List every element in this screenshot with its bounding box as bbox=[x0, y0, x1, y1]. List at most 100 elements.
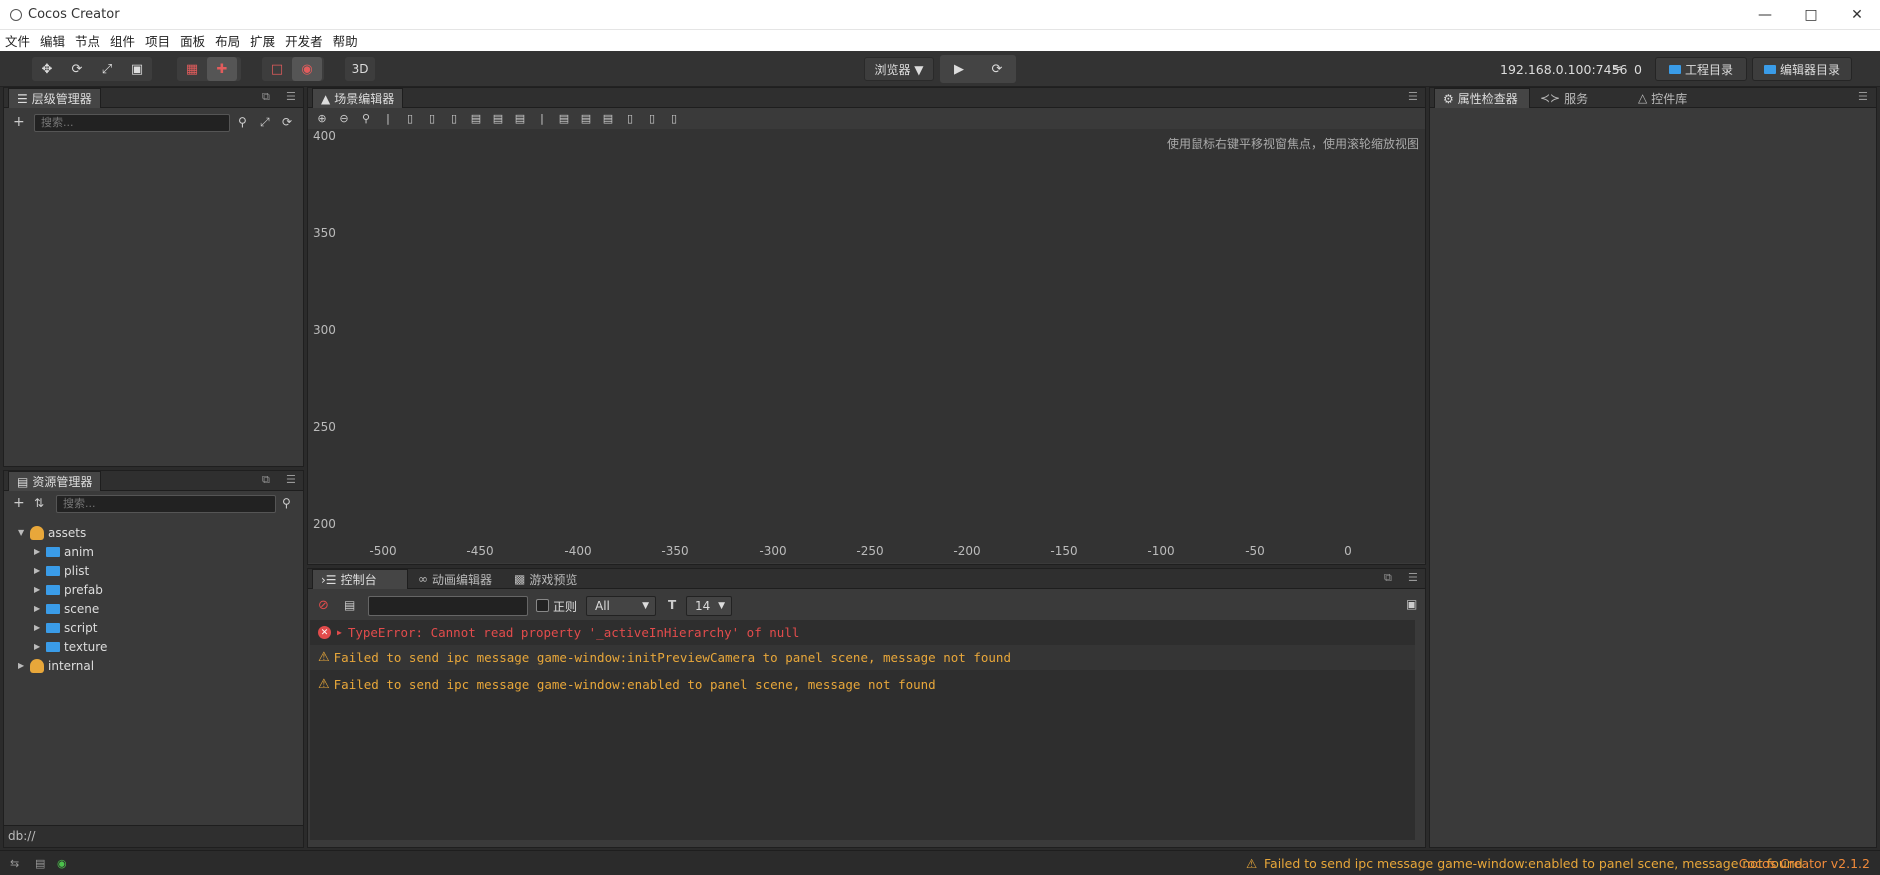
log-entry-warning[interactable]: ⚠ Failed to send ipc message game-window… bbox=[310, 672, 1415, 697]
tree-item-scene[interactable]: ▶ scene bbox=[34, 599, 99, 618]
add-asset-icon[interactable]: + bbox=[13, 495, 25, 511]
expand-arrow-icon[interactable]: ▶ bbox=[18, 661, 26, 670]
clear-console-icon[interactable]: ⊘ bbox=[318, 598, 329, 613]
scene-viewport[interactable]: 使用鼠标右键平移视窗焦点，使用滚轮缩放视图 400 350 300 250 20… bbox=[308, 129, 1425, 563]
popout-icon[interactable]: ⧉ bbox=[262, 473, 270, 487]
align-vcenter-icon[interactable]: ▤ bbox=[488, 109, 508, 127]
menu-developer[interactable]: 开发者 bbox=[280, 31, 328, 50]
expand-arrow-icon[interactable]: ▶ bbox=[34, 585, 42, 594]
tab-animation-editor[interactable]: ∞ 动画编辑器 bbox=[410, 569, 500, 589]
editor-dir-button[interactable]: 编辑器目录 bbox=[1752, 57, 1852, 81]
eye-icon[interactable]: ◉ bbox=[57, 857, 67, 870]
menu-panel[interactable]: 面板 bbox=[175, 31, 210, 50]
font-size-select[interactable]: 14 ▼ bbox=[686, 596, 732, 616]
hierarchy-search-input[interactable]: 搜索... bbox=[34, 114, 230, 132]
sync-icon[interactable]: ⇆ bbox=[10, 857, 19, 870]
tab-properties[interactable]: ⚙ 属性检查器 bbox=[1434, 88, 1530, 108]
sort-icon[interactable]: ⇅ bbox=[34, 496, 44, 510]
tab-services[interactable]: ≺≻ 服务 bbox=[1532, 88, 1628, 108]
log-level-select[interactable]: All ▼ bbox=[586, 596, 656, 616]
panel-menu-icon[interactable]: ☰ bbox=[1408, 90, 1418, 103]
tab-widgets[interactable]: △ 控件库 bbox=[1630, 88, 1726, 108]
maximize-button[interactable]: □ bbox=[1788, 0, 1834, 30]
tree-item-anim[interactable]: ▶ anim bbox=[34, 542, 94, 561]
menu-project[interactable]: 项目 bbox=[140, 31, 175, 50]
assets-search-input[interactable]: 搜索... bbox=[56, 495, 276, 513]
play-icon[interactable]: ▶ bbox=[940, 55, 978, 83]
close-button[interactable]: ✕ bbox=[1834, 0, 1880, 30]
tree-item-texture[interactable]: ▶ texture bbox=[34, 637, 107, 656]
preview-platform-select[interactable]: 浏览器 ▼ bbox=[864, 57, 934, 81]
menu-help[interactable]: 帮助 bbox=[328, 31, 363, 50]
console-filter-input[interactable] bbox=[368, 596, 528, 616]
mode-3d-button[interactable]: 3D bbox=[345, 57, 375, 81]
expand-arrow-icon[interactable]: ▶ bbox=[34, 566, 42, 575]
scale-tool-icon[interactable]: ⤢ bbox=[92, 57, 122, 81]
align-bottom-icon[interactable]: ▤ bbox=[510, 109, 530, 127]
tree-item-prefab[interactable]: ▶ prefab bbox=[34, 580, 103, 599]
log-entry-warning[interactable]: ⚠ Failed to send ipc message game-window… bbox=[310, 645, 1415, 670]
log-entry-error[interactable]: ✕ ▶ TypeError: Cannot read property '_ac… bbox=[310, 620, 1415, 645]
search-icon[interactable]: ⚲ bbox=[238, 115, 247, 129]
align-left-icon[interactable]: ▯ bbox=[400, 109, 420, 127]
align-hcenter-icon[interactable]: ▯ bbox=[422, 109, 442, 127]
regex-checkbox[interactable] bbox=[536, 599, 549, 612]
global-coord-icon[interactable]: ◉ bbox=[292, 57, 322, 81]
distribute-right-icon[interactable]: ▯ bbox=[664, 109, 684, 127]
tree-item-plist[interactable]: ▶ plist bbox=[34, 561, 89, 580]
expand-arrow-icon[interactable]: ▶ bbox=[34, 604, 42, 613]
distribute-hcenter-icon[interactable]: ▯ bbox=[642, 109, 662, 127]
tree-item-assets[interactable]: ▼ assets bbox=[18, 523, 86, 542]
panel-menu-icon[interactable]: ☰ bbox=[286, 473, 296, 486]
panel-menu-icon[interactable]: ☰ bbox=[286, 90, 296, 103]
console-log-list[interactable]: ✕ ▶ TypeError: Cannot read property '_ac… bbox=[310, 620, 1415, 840]
distribute-top-icon[interactable]: ▤ bbox=[554, 109, 574, 127]
expand-arrow-icon[interactable]: ▶ bbox=[34, 642, 42, 651]
menu-edit[interactable]: 编辑 bbox=[35, 31, 70, 50]
distribute-left-icon[interactable]: ▯ bbox=[620, 109, 640, 127]
popout-icon[interactable]: ⧉ bbox=[262, 90, 270, 104]
distribute-bottom-icon[interactable]: ▤ bbox=[598, 109, 618, 127]
popout-icon[interactable]: ⧉ bbox=[1384, 571, 1392, 585]
expand-icon[interactable]: ⤢ bbox=[260, 115, 270, 130]
menu-component[interactable]: 组件 bbox=[105, 31, 140, 50]
zoom-out-icon[interactable]: ⊖ bbox=[334, 109, 354, 127]
collapse-logs-icon[interactable]: ▣ bbox=[1406, 597, 1417, 611]
rotate-tool-icon[interactable]: ⟳ bbox=[62, 57, 92, 81]
project-dir-button[interactable]: 工程目录 bbox=[1655, 57, 1747, 81]
zoom-in-icon[interactable]: ⊕ bbox=[312, 109, 332, 127]
center-icon[interactable]: ✚ bbox=[207, 57, 237, 81]
tab-assets[interactable]: ▤ 资源管理器 bbox=[8, 471, 102, 491]
expand-arrow-icon[interactable]: ▶ bbox=[337, 628, 342, 637]
menu-layout[interactable]: 布局 bbox=[210, 31, 245, 50]
panel-menu-icon[interactable]: ☰ bbox=[1408, 571, 1418, 584]
tree-item-internal[interactable]: ▶ internal bbox=[18, 656, 94, 675]
panel-menu-icon[interactable]: ☰ bbox=[1858, 90, 1868, 103]
tab-console[interactable]: ›☰ 控制台 bbox=[312, 569, 408, 589]
pivot-icon[interactable]: ▦ bbox=[177, 57, 207, 81]
status-message[interactable]: Failed to send ipc message game-window:e… bbox=[1264, 856, 1803, 871]
local-coord-icon[interactable]: □ bbox=[262, 57, 292, 81]
add-node-icon[interactable]: + bbox=[13, 114, 25, 130]
refresh-icon[interactable]: ⟳ bbox=[282, 115, 292, 129]
collapse-arrow-icon[interactable]: ▼ bbox=[18, 528, 26, 537]
expand-arrow-icon[interactable]: ▶ bbox=[34, 547, 42, 556]
menu-extension[interactable]: 扩展 bbox=[245, 31, 280, 50]
align-right-icon[interactable]: ▯ bbox=[444, 109, 464, 127]
tab-hierarchy[interactable]: ☰ 层级管理器 bbox=[8, 88, 101, 108]
menu-node[interactable]: 节点 bbox=[70, 31, 105, 50]
search-icon[interactable]: ⚲ bbox=[282, 496, 291, 510]
open-log-file-icon[interactable]: ▤ bbox=[344, 598, 355, 612]
align-top-icon[interactable]: ▤ bbox=[466, 109, 486, 127]
tab-game-preview[interactable]: ▩ 游戏预览 bbox=[506, 569, 585, 589]
expand-arrow-icon[interactable]: ▶ bbox=[34, 623, 42, 632]
tab-scene[interactable]: ▲ 场景编辑器 bbox=[312, 88, 404, 108]
database-status-icon[interactable]: ▤ bbox=[35, 857, 45, 870]
tree-item-script[interactable]: ▶ script bbox=[34, 618, 97, 637]
menu-file[interactable]: 文件 bbox=[0, 31, 35, 50]
refresh-icon[interactable]: ⟳ bbox=[978, 55, 1016, 83]
minimize-button[interactable]: — bbox=[1742, 0, 1788, 30]
rect-tool-icon[interactable]: ▣ bbox=[122, 57, 152, 81]
distribute-vcenter-icon[interactable]: ▤ bbox=[576, 109, 596, 127]
zoom-reset-icon[interactable]: ⚲ bbox=[356, 109, 376, 127]
